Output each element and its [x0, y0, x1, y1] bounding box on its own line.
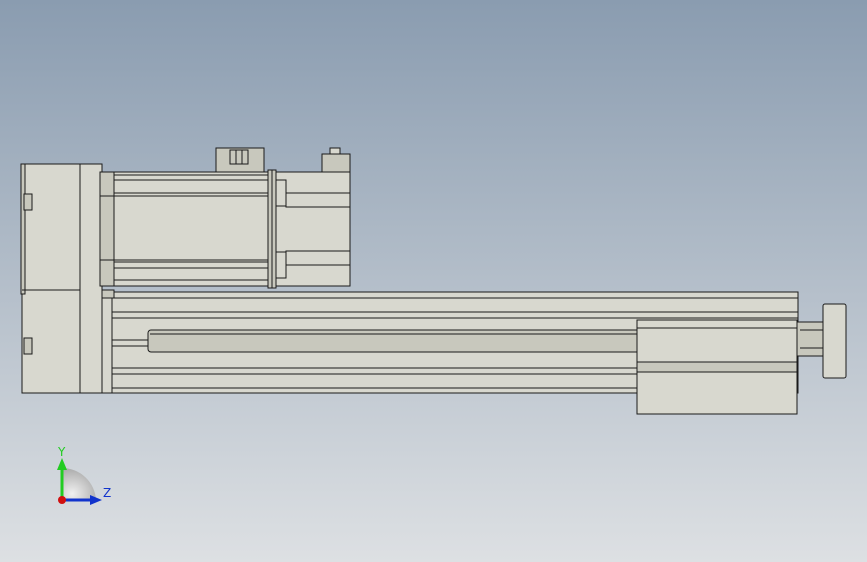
- y-axis-label: Y: [57, 445, 66, 459]
- carriage-block: [636, 319, 798, 415]
- x-axis-origin: [58, 496, 66, 504]
- piston-rod: [147, 329, 641, 353]
- cad-scene[interactable]: Y Z: [0, 0, 867, 562]
- end-housing: [20, 163, 103, 394]
- cad-viewport[interactable]: Y Z: [0, 0, 867, 562]
- z-axis-label: Z: [103, 486, 111, 500]
